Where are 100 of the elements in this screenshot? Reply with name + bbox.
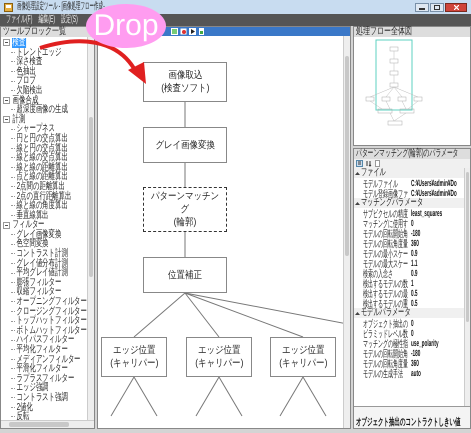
categorized-icon[interactable]: [356, 160, 363, 167]
property-value[interactable]: -180: [411, 228, 420, 238]
collapse-icon[interactable]: [355, 200, 360, 206]
property-value[interactable]: 0: [411, 318, 414, 328]
property-value[interactable]: C:¥Users¥admin¥Do: [411, 178, 457, 188]
flow-node[interactable]: パターンマッチング (輪郭): [143, 187, 227, 232]
flow-node[interactable]: エッジ位置 (キャリパー): [270, 337, 336, 377]
property-value[interactable]: C:¥Users¥admin¥Do: [411, 188, 457, 198]
flow-node[interactable]: エッジ位置 (キャリパー): [186, 337, 252, 377]
flow-node[interactable]: エッジ位置 (キャリパー): [101, 337, 167, 377]
tree-item[interactable]: 色抽出: [16, 66, 36, 76]
property-name: モデルの最小スケー: [363, 250, 408, 260]
property-value[interactable]: use_polarity: [411, 338, 439, 348]
tree-item[interactable]: 2値化: [16, 402, 34, 412]
tree-item[interactable]: 平均グレイ値計測: [16, 268, 68, 278]
property-name: 検索の入念さ: [363, 270, 393, 280]
property-value[interactable]: 0.5: [411, 288, 418, 298]
tree-item[interactable]: 円と円の交点算出: [16, 134, 68, 144]
close-icon: [454, 4, 458, 10]
tree-item[interactable]: ハイパスフィルター: [16, 335, 75, 345]
tree-item[interactable]: 画像合成: [12, 96, 39, 106]
minimize-button[interactable]: [415, 2, 429, 12]
connector-line: [134, 376, 158, 416]
tree-item[interactable]: 収縮フィルター: [16, 287, 62, 298]
connector-line: [110, 376, 134, 416]
play-icon[interactable]: [189, 28, 196, 35]
property-name: ピラミッドレベル数: [363, 330, 408, 340]
property-name: モデルの回転角度量: [363, 360, 408, 370]
flow-node[interactable]: グレイ画像変換: [143, 127, 227, 163]
tree-item[interactable]: 深さ検査: [16, 57, 43, 67]
tree-item[interactable]: 線と線の距離算出: [16, 162, 68, 172]
maximize-button[interactable]: [430, 2, 444, 12]
property-value[interactable]: 360: [411, 358, 419, 368]
tree-item[interactable]: オープニングフィルター: [16, 297, 87, 307]
collapse-icon[interactable]: [3, 116, 10, 124]
panel-title: パターンマッチング(輪郭)のパラメータ: [356, 149, 458, 159]
connector-line: [184, 232, 186, 258]
app-icon: [4, 2, 13, 12]
collapse-icon[interactable]: [355, 170, 360, 176]
tree-item[interactable]: エッジ強調: [16, 383, 50, 393]
property-value[interactable]: 0.9: [411, 268, 418, 278]
property-value[interactable]: 0.5: [411, 298, 418, 308]
property-value[interactable]: -180: [411, 348, 420, 358]
menu-item[interactable]: ファイル(F): [6, 15, 32, 25]
close-button[interactable]: [445, 2, 467, 12]
tree-item[interactable]: 平均化フィルター: [16, 345, 68, 355]
tree-item[interactable]: 欠陥検出: [16, 86, 43, 96]
tree-item[interactable]: シャープネス: [16, 124, 56, 134]
tree-item[interactable]: 平滑化フィルター: [16, 364, 68, 374]
property-name: マッチングに使用す: [363, 220, 408, 230]
collapse-icon[interactable]: [355, 310, 360, 316]
tree-item[interactable]: ボトムハットフィルター: [16, 326, 87, 336]
property-value[interactable]: 360: [411, 238, 419, 248]
collapse-icon[interactable]: [3, 96, 10, 104]
property-value[interactable]: 1.1: [411, 258, 418, 268]
tree-item[interactable]: 2点間の距離算出: [16, 182, 66, 192]
tree-item[interactable]: 線と円の交点算出: [16, 144, 68, 154]
tree-item[interactable]: 点と線の距離算出: [16, 172, 68, 182]
property-name: 検出するモデルの最: [363, 290, 408, 300]
property-value[interactable]: 0: [411, 328, 414, 338]
collapse-icon[interactable]: [3, 222, 10, 229]
flow-node[interactable]: 位置補正: [143, 257, 227, 293]
document-icon[interactable]: [198, 28, 205, 35]
menu-item[interactable]: 設定(S): [61, 15, 78, 25]
vertical-scrollbar[interactable]: [87, 37, 94, 420]
collapse-icon[interactable]: [3, 39, 10, 46]
tree-item[interactable]: 膨張フィルター: [16, 278, 62, 288]
flow-node[interactable]: 画像取込 (検査ソフト): [143, 62, 227, 102]
tree-item[interactable]: ブロブ: [16, 76, 36, 86]
connector-line: [218, 376, 242, 416]
tree-item[interactable]: コントラスト強調: [16, 392, 68, 403]
tree-item[interactable]: フィルター: [12, 220, 46, 230]
tree-item[interactable]: ラプラスフィルター: [16, 374, 75, 384]
property-name: モデルの最大スケー: [363, 260, 408, 270]
vertical-scrollbar[interactable]: [464, 168, 470, 406]
property-name: モデルファイル: [363, 180, 398, 190]
delete-icon[interactable]: [180, 28, 187, 35]
sort-icon[interactable]: [365, 160, 372, 167]
property-value[interactable]: 1: [411, 278, 414, 288]
tree-item[interactable]: 計測: [12, 114, 26, 124]
property-value[interactable]: 0: [411, 218, 414, 228]
tree-item[interactable]: 2点の直行距離算出: [16, 192, 72, 202]
property-value[interactable]: auto: [411, 368, 421, 378]
horizontal-scrollbar[interactable]: [1, 420, 94, 428]
tree-item[interactable]: メディアンフィルター: [16, 354, 82, 364]
tree-item[interactable]: 線と線の角度算出: [16, 201, 68, 211]
tree-item[interactable]: トップハットフィルター: [16, 316, 87, 326]
tree-item[interactable]: クロージングフィルター: [16, 306, 87, 316]
tree-item[interactable]: グレイ値分布計測: [16, 258, 68, 268]
tree-item[interactable]: コントラスト計測: [16, 249, 68, 259]
vertical-scrollbar[interactable]: [343, 36, 350, 428]
property-value[interactable]: 0.9: [411, 248, 418, 258]
tree-item[interactable]: 色空間変換: [16, 239, 50, 250]
tree-item[interactable]: 超深度画像の生成: [16, 105, 68, 115]
tree-item[interactable]: 線と線の交点算出: [16, 153, 68, 163]
connector-line: [196, 376, 220, 416]
tree-item[interactable]: 垂直線算出: [16, 210, 50, 220]
menu-item[interactable]: 編集(E): [38, 15, 56, 25]
parameter-description: オブジェクト抽出のコントラクトしきい値: [356, 418, 460, 428]
property-value[interactable]: least_squares: [411, 208, 442, 218]
